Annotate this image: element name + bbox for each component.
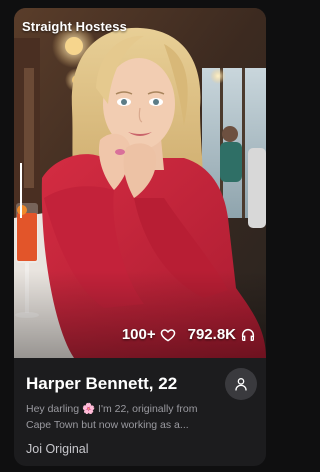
view-profile-button[interactable] [225, 368, 257, 400]
user-icon [233, 376, 249, 392]
character-name[interactable]: Harper Bennett, 22 [26, 374, 254, 394]
listens-count: 792.8K [187, 326, 236, 343]
character-bio: Hey darling 🌸 I'm 22, originally from Ca… [26, 401, 216, 433]
headphones-icon [240, 327, 256, 343]
character-card[interactable]: Straight Hostess 100+ 792.8K Harper Benn… [14, 8, 266, 466]
flower-emoji-icon: 🌸 [82, 403, 96, 415]
photo-illustration [14, 8, 266, 358]
listens-stat: 792.8K [188, 326, 256, 343]
category-badge: Straight Hostess [22, 19, 127, 34]
character-info: Harper Bennett, 22 Hey darling 🌸 I'm 22,… [14, 358, 266, 466]
character-source: Joi Original [26, 442, 89, 456]
heart-icon[interactable] [160, 327, 176, 343]
bio-text-start: Hey darling [26, 403, 83, 415]
likes-stat: 100+ [122, 326, 176, 343]
stats-row: 100+ 792.8K [122, 326, 256, 343]
character-photo[interactable]: Straight Hostess 100+ 792.8K [14, 8, 266, 358]
likes-count: 100+ [121, 326, 156, 343]
